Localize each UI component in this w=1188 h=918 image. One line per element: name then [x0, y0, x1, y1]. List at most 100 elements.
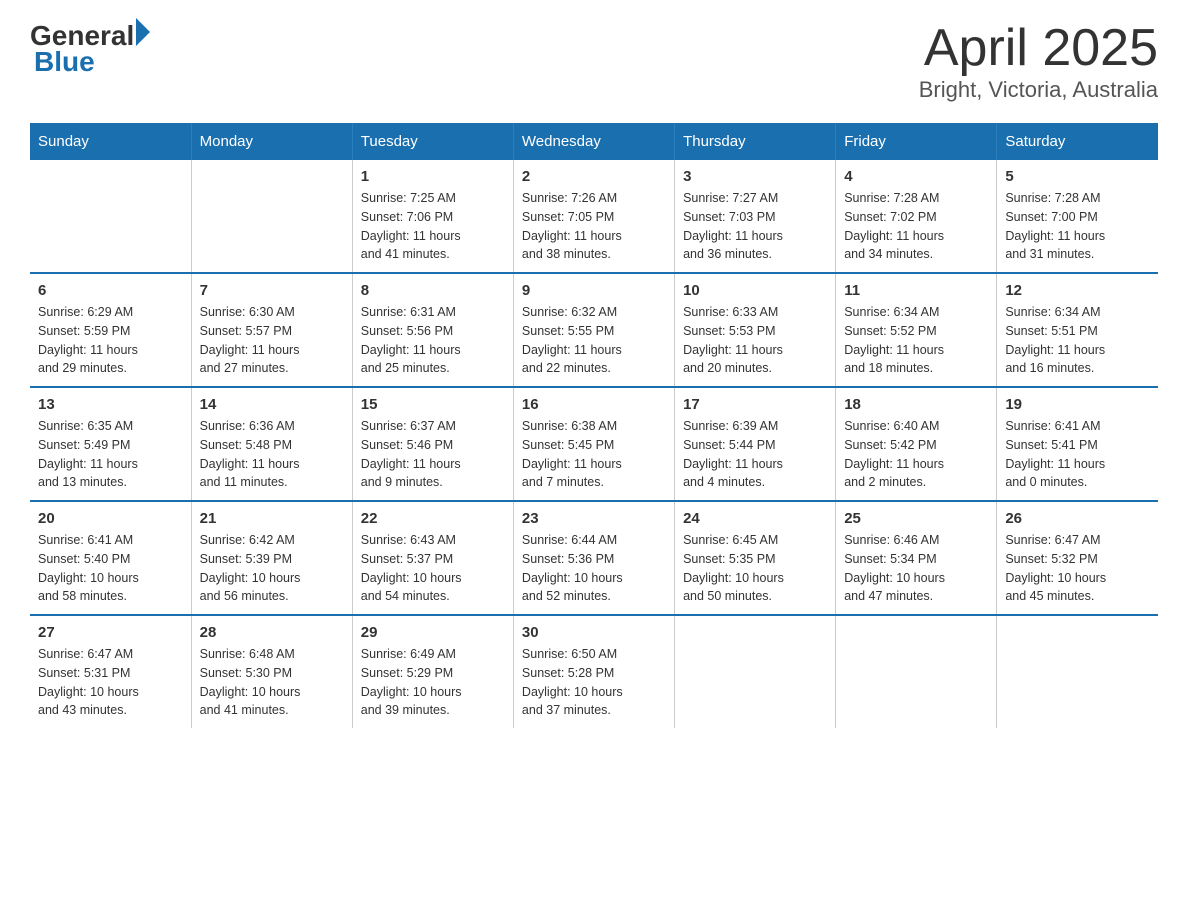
calendar-cell: 7Sunrise: 6:30 AM Sunset: 5:57 PM Daylig…: [191, 273, 352, 387]
calendar-cell: 14 Sunrise: 6:36 AM Sunset: 5:48 PM Dayli…: [191, 387, 352, 501]
day-number: 26: [1005, 510, 1150, 527]
day-number: 6: [38, 282, 183, 299]
calendar-cell: 9Sunrise: 6:32 AM Sunset: 5:55 PM Daylig…: [513, 273, 674, 387]
calendar-cell: 21 Sunrise: 6:42 AM Sunset: 5:39 PM Dayli…: [191, 501, 352, 615]
day-info: Sunrise: 7:26 AM Sunset: 7:05 PM Dayligh…: [522, 189, 666, 264]
day-info: Sunrise: 6:41 AM Sunset: 5:41 PM Dayligh…: [1005, 417, 1150, 492]
day-number: 16: [522, 396, 666, 413]
calendar-body: 1Sunrise: 7:25 AM Sunset: 7:06 PM Daylig…: [30, 160, 1158, 728]
day-info: Sunrise: 6:38 AM Sunset: 5:45 PM Dayligh…: [522, 417, 666, 492]
day-number: 24: [683, 510, 827, 527]
day-info: Sunrise: 6:41 AM Sunset: 5:40 PM Dayligh…: [38, 531, 183, 606]
day-info: Sunrise: 7:27 AM Sunset: 7:03 PM Dayligh…: [683, 189, 827, 264]
day-info: Sunrise: 6:37 AM Sunset: 5:46 PM Dayligh…: [361, 417, 505, 492]
day-number: 4: [844, 168, 988, 185]
day-number: 21: [200, 510, 344, 527]
calendar-cell: 29 Sunrise: 6:49 AM Sunset: 5:29 PM Dayli…: [352, 615, 513, 728]
day-info: Sunrise: 6:43 AM Sunset: 5:37 PM Dayligh…: [361, 531, 505, 606]
calendar-week-row: 6 Sunrise: 6:29 AM Sunset: 5:59 PM Daylig…: [30, 273, 1158, 387]
weekday-header-sunday: Sunday: [30, 123, 191, 160]
day-info: Sunrise: 7:28 AM Sunset: 7:02 PM Dayligh…: [844, 189, 988, 264]
logo-arrow-icon: [136, 18, 150, 46]
calendar-week-row: 20 Sunrise: 6:41 AM Sunset: 5:40 PM Dayli…: [30, 501, 1158, 615]
day-number: 18: [844, 396, 988, 413]
calendar-cell: 6 Sunrise: 6:29 AM Sunset: 5:59 PM Daylig…: [30, 273, 191, 387]
calendar-cell: 3 Sunrise: 7:27 AM Sunset: 7:03 PM Daylig…: [675, 160, 836, 273]
day-number: 3: [683, 168, 827, 185]
calendar-cell: [191, 160, 352, 273]
logo-blue: Blue: [34, 46, 95, 78]
day-number: 2: [522, 168, 666, 185]
day-info: Sunrise: 6:36 AM Sunset: 5:48 PM Dayligh…: [200, 417, 344, 492]
day-number: 5: [1005, 168, 1150, 185]
calendar-cell: 27Sunrise: 6:47 AM Sunset: 5:31 PM Dayli…: [30, 615, 191, 728]
weekday-header-friday: Friday: [836, 123, 997, 160]
calendar-cell: 19Sunrise: 6:41 AM Sunset: 5:41 PM Dayli…: [997, 387, 1158, 501]
weekday-header-tuesday: Tuesday: [352, 123, 513, 160]
calendar-cell: [675, 615, 836, 728]
day-info: Sunrise: 6:31 AM Sunset: 5:56 PM Dayligh…: [361, 303, 505, 378]
day-info: Sunrise: 6:34 AM Sunset: 5:51 PM Dayligh…: [1005, 303, 1150, 378]
weekday-header-saturday: Saturday: [997, 123, 1158, 160]
day-number: 14: [200, 396, 344, 413]
calendar-cell: 24 Sunrise: 6:45 AM Sunset: 5:35 PM Dayli…: [675, 501, 836, 615]
day-number: 11: [844, 282, 988, 299]
calendar-cell: 26 Sunrise: 6:47 AM Sunset: 5:32 PM Dayli…: [997, 501, 1158, 615]
calendar-cell: 12 Sunrise: 6:34 AM Sunset: 5:51 PM Dayli…: [997, 273, 1158, 387]
weekday-header-monday: Monday: [191, 123, 352, 160]
day-info: Sunrise: 6:42 AM Sunset: 5:39 PM Dayligh…: [200, 531, 344, 606]
day-number: 15: [361, 396, 505, 413]
page-subtitle: Bright, Victoria, Australia: [919, 77, 1158, 103]
day-info: Sunrise: 6:35 AM Sunset: 5:49 PM Dayligh…: [38, 417, 183, 492]
calendar-cell: 30 Sunrise: 6:50 AM Sunset: 5:28 PM Dayli…: [513, 615, 674, 728]
day-number: 28: [200, 624, 344, 641]
calendar-cell: 11Sunrise: 6:34 AM Sunset: 5:52 PM Dayli…: [836, 273, 997, 387]
calendar-cell: 20 Sunrise: 6:41 AM Sunset: 5:40 PM Dayli…: [30, 501, 191, 615]
day-info: Sunrise: 6:32 AM Sunset: 5:55 PM Dayligh…: [522, 303, 666, 378]
calendar-week-row: 1Sunrise: 7:25 AM Sunset: 7:06 PM Daylig…: [30, 160, 1158, 273]
day-number: 7: [200, 282, 344, 299]
calendar-cell: [836, 615, 997, 728]
day-number: 10: [683, 282, 827, 299]
day-info: Sunrise: 6:40 AM Sunset: 5:42 PM Dayligh…: [844, 417, 988, 492]
calendar-cell: 2 Sunrise: 7:26 AM Sunset: 7:05 PM Daylig…: [513, 160, 674, 273]
day-info: Sunrise: 6:50 AM Sunset: 5:28 PM Dayligh…: [522, 645, 666, 720]
day-info: Sunrise: 7:28 AM Sunset: 7:00 PM Dayligh…: [1005, 189, 1150, 264]
day-info: Sunrise: 6:47 AM Sunset: 5:31 PM Dayligh…: [38, 645, 183, 720]
day-number: 20: [38, 510, 183, 527]
calendar-cell: 5 Sunrise: 7:28 AM Sunset: 7:00 PM Daylig…: [997, 160, 1158, 273]
day-number: 1: [361, 168, 505, 185]
title-block: April 2025 Bright, Victoria, Australia: [919, 20, 1158, 103]
weekday-header-wednesday: Wednesday: [513, 123, 674, 160]
day-number: 8: [361, 282, 505, 299]
day-info: Sunrise: 6:45 AM Sunset: 5:35 PM Dayligh…: [683, 531, 827, 606]
calendar-cell: 22 Sunrise: 6:43 AM Sunset: 5:37 PM Dayli…: [352, 501, 513, 615]
day-number: 23: [522, 510, 666, 527]
day-info: Sunrise: 6:49 AM Sunset: 5:29 PM Dayligh…: [361, 645, 505, 720]
calendar-cell: 16 Sunrise: 6:38 AM Sunset: 5:45 PM Dayli…: [513, 387, 674, 501]
day-number: 12: [1005, 282, 1150, 299]
day-info: Sunrise: 6:29 AM Sunset: 5:59 PM Dayligh…: [38, 303, 183, 378]
calendar-cell: 15 Sunrise: 6:37 AM Sunset: 5:46 PM Dayli…: [352, 387, 513, 501]
calendar-cell: [997, 615, 1158, 728]
day-number: 30: [522, 624, 666, 641]
calendar-table: SundayMondayTuesdayWednesdayThursdayFrid…: [30, 123, 1158, 728]
day-info: Sunrise: 6:39 AM Sunset: 5:44 PM Dayligh…: [683, 417, 827, 492]
day-info: Sunrise: 6:33 AM Sunset: 5:53 PM Dayligh…: [683, 303, 827, 378]
calendar-header: SundayMondayTuesdayWednesdayThursdayFrid…: [30, 123, 1158, 160]
weekday-header-row: SundayMondayTuesdayWednesdayThursdayFrid…: [30, 123, 1158, 160]
day-info: Sunrise: 6:46 AM Sunset: 5:34 PM Dayligh…: [844, 531, 988, 606]
calendar-cell: 13 Sunrise: 6:35 AM Sunset: 5:49 PM Dayli…: [30, 387, 191, 501]
day-number: 13: [38, 396, 183, 413]
page-title: April 2025: [919, 20, 1158, 77]
day-number: 22: [361, 510, 505, 527]
calendar-cell: 18 Sunrise: 6:40 AM Sunset: 5:42 PM Dayli…: [836, 387, 997, 501]
day-info: Sunrise: 6:44 AM Sunset: 5:36 PM Dayligh…: [522, 531, 666, 606]
calendar-cell: 4 Sunrise: 7:28 AM Sunset: 7:02 PM Daylig…: [836, 160, 997, 273]
day-number: 29: [361, 624, 505, 641]
day-info: Sunrise: 6:47 AM Sunset: 5:32 PM Dayligh…: [1005, 531, 1150, 606]
day-number: 17: [683, 396, 827, 413]
calendar-cell: 1Sunrise: 7:25 AM Sunset: 7:06 PM Daylig…: [352, 160, 513, 273]
page-header: General Blue April 2025 Bright, Victoria…: [30, 20, 1158, 103]
calendar-cell: 25Sunrise: 6:46 AM Sunset: 5:34 PM Dayli…: [836, 501, 997, 615]
